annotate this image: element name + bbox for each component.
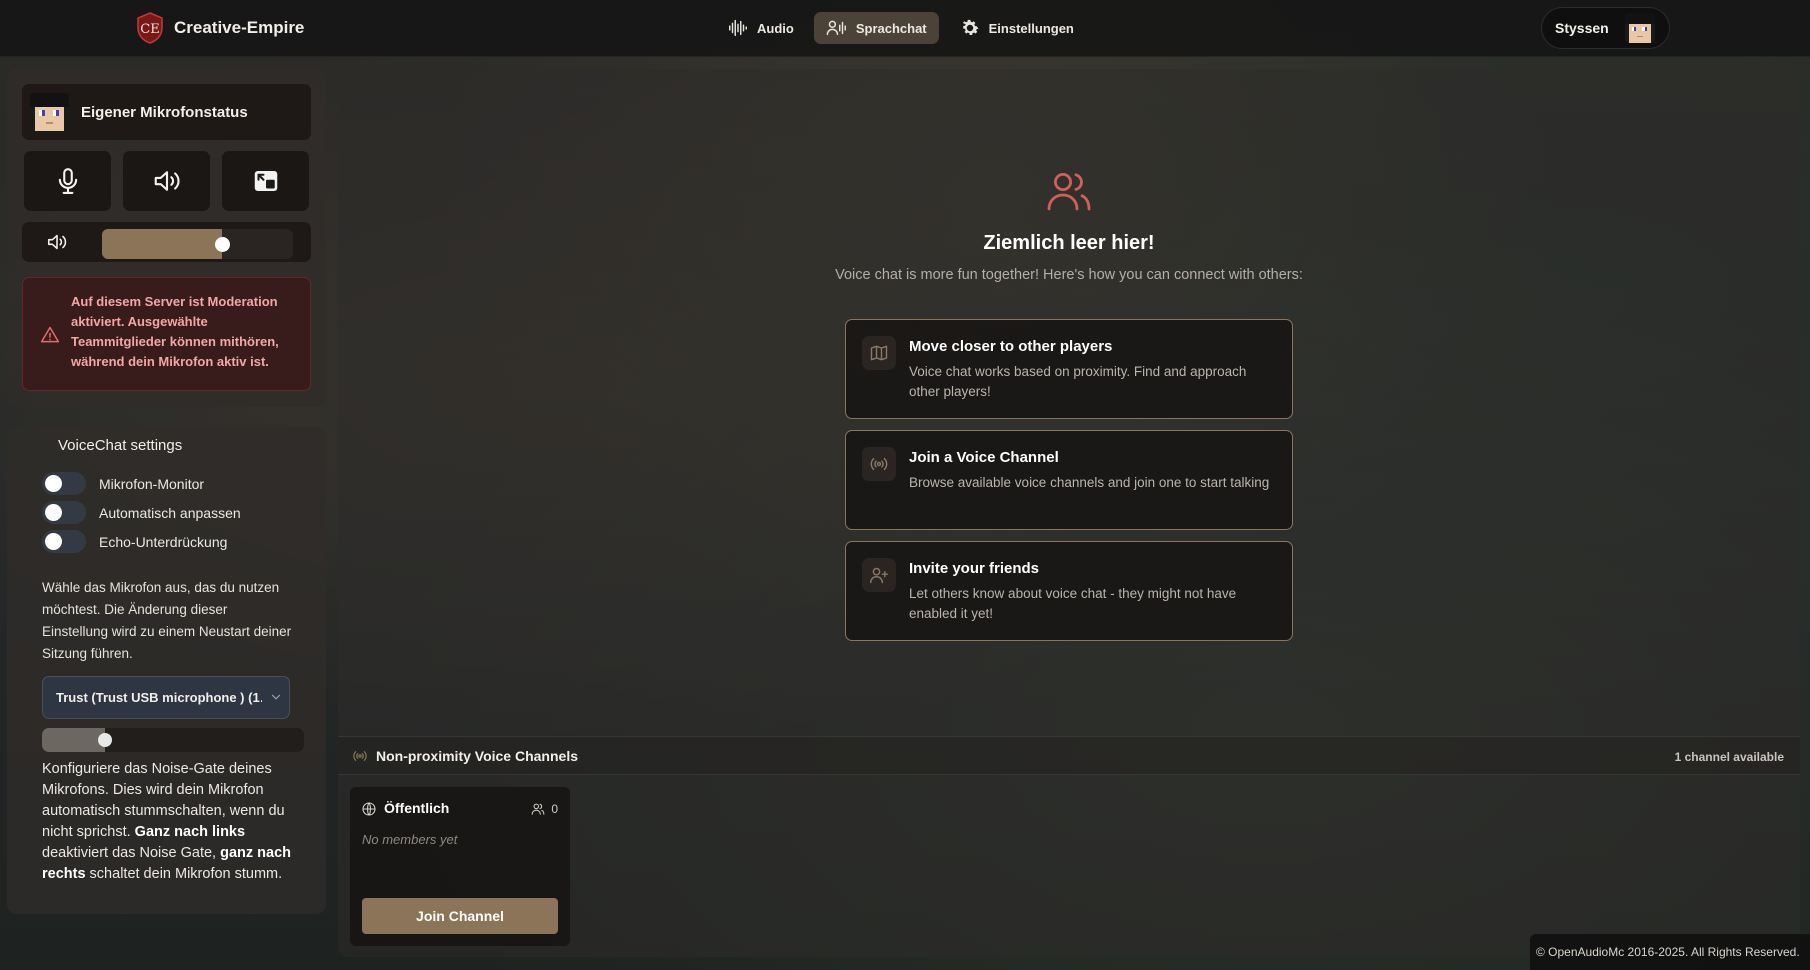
- user-menu[interactable]: Styssen: [1541, 7, 1670, 49]
- channel-member-count: 0: [531, 802, 558, 816]
- users-icon: [1047, 173, 1091, 211]
- nav-sprachchat[interactable]: Sprachchat: [813, 12, 939, 44]
- nav-audio[interactable]: Audio: [715, 12, 806, 44]
- globe-icon: [362, 802, 376, 816]
- tip-move-closer: Move closer to other players Voice chat …: [845, 319, 1293, 419]
- tip-desc: Voice chat works based on proximity. Fin…: [909, 364, 1247, 399]
- join-channel-button[interactable]: Join Channel: [362, 898, 558, 934]
- volume-slider[interactable]: [102, 229, 293, 259]
- mute-mic-button[interactable]: [24, 151, 111, 211]
- main-panel: Ziemlich leer hier! Voice chat is more f…: [338, 69, 1800, 957]
- volume-slider-fill: [102, 229, 223, 259]
- brand[interactable]: CE Creative-Empire: [136, 12, 304, 44]
- moderation-text: Auf diesem Server ist Moderation aktivie…: [71, 294, 279, 369]
- speaker-button[interactable]: [123, 151, 210, 211]
- mic-controls: [24, 151, 309, 211]
- volume-icon: [47, 234, 67, 250]
- footer-copyright: © OpenAudioMc 2016-2025. All Rights Rese…: [1530, 934, 1810, 970]
- noise-gate-slider-thumb[interactable]: [97, 733, 112, 747]
- channel-card: Öffentlich 0 No members yet Join Channel: [350, 787, 570, 946]
- users-icon: [531, 803, 545, 815]
- popout-button[interactable]: [222, 151, 309, 211]
- channels-title: Non-proximity Voice Channels: [376, 748, 578, 764]
- toggle-row-auto-adjust: Automatisch anpassen: [42, 501, 241, 524]
- gear-icon: [962, 19, 979, 35]
- tip-join-channel: Join a Voice Channel Browse available vo…: [845, 430, 1293, 530]
- toggle-row-mic-monitor: Mikrofon-Monitor: [42, 472, 204, 495]
- mic-status-title: Eigener Mikrofonstatus: [81, 103, 248, 121]
- auto-adjust-toggle[interactable]: [42, 501, 86, 524]
- channel-name: Öffentlich: [384, 800, 450, 816]
- warning-icon: [40, 326, 60, 343]
- noise-gate-slider[interactable]: [42, 728, 304, 752]
- nav-sprachchat-label: Sprachchat: [855, 20, 927, 36]
- broadcast-icon: [353, 751, 367, 761]
- voice-chat-icon: [826, 20, 846, 36]
- volume-slider-thumb[interactable]: [215, 237, 231, 252]
- user-plus-icon: [869, 567, 889, 584]
- volume-row: [22, 222, 311, 262]
- toggle-row-echo-cancel: Echo-Unterdrückung: [42, 530, 227, 553]
- tip-desc: Let others know about voice chat - they …: [909, 586, 1237, 621]
- audio-wave-icon: [729, 19, 747, 37]
- tip-desc: Browse available voice channels and join…: [909, 475, 1270, 490]
- mic-status-panel: Eigener Mikrofonstatus Auf diesem Server…: [7, 69, 326, 407]
- user-name: Styssen: [1555, 20, 1609, 36]
- brand-name: Creative-Empire: [174, 18, 305, 37]
- tip-title: Move closer to other players: [909, 338, 1113, 355]
- speaker-icon: [154, 171, 179, 191]
- voicechat-settings-panel: VoiceChat settings Mikrofon-Monitor Auto…: [7, 427, 326, 914]
- broadcast-icon: [870, 457, 888, 471]
- mic-select-help: Wähle das Mikrofon aus, das du nutzen mö…: [42, 580, 292, 661]
- mic-select[interactable]: Trust (Trust USB microphone ) (1…: [42, 676, 290, 719]
- nav-einstellungen-label: Einstellungen: [988, 20, 1074, 36]
- mic-monitor-toggle[interactable]: [42, 472, 86, 495]
- main-nav: Audio Sprachchat Einstellungen: [715, 12, 1086, 44]
- empty-subtitle: Voice chat is more fun together! Here's …: [835, 267, 1303, 283]
- chevron-down-icon: [271, 694, 281, 700]
- brand-logo-icon: CE: [137, 12, 163, 44]
- mic-status-header: Eigener Mikrofonstatus: [22, 84, 311, 140]
- noise-gate-help: Konfiguriere das Noise-Gate deines Mikro…: [42, 761, 292, 882]
- channel-empty-text: No members yet: [362, 832, 458, 847]
- avatar: [30, 92, 69, 132]
- echo-cancel-label: Echo-Unterdrückung: [99, 533, 228, 550]
- microphone-icon: [58, 168, 77, 194]
- map-icon: [870, 345, 888, 361]
- channels-header: Non-proximity Voice Channels 1 channel a…: [338, 736, 1800, 775]
- mic-monitor-label: Mikrofon-Monitor: [99, 475, 205, 492]
- avatar: [1625, 13, 1655, 43]
- channel-member-count-value: 0: [551, 802, 558, 816]
- svg-text:CE: CE: [140, 22, 159, 37]
- picture-in-picture-icon: [254, 171, 277, 191]
- noise-gate-slider-fill: [42, 728, 105, 752]
- empty-title: Ziemlich leer hier!: [983, 232, 1155, 254]
- voicechat-settings-title: VoiceChat settings: [58, 437, 183, 454]
- channels-count: 1 channel available: [1674, 750, 1784, 764]
- moderation-notice: Auf diesem Server ist Moderation aktivie…: [22, 277, 311, 391]
- top-bar: CE Creative-Empire Audio Sprachchat Eins…: [0, 0, 1810, 57]
- auto-adjust-label: Automatisch anpassen: [99, 504, 241, 521]
- tip-title: Invite your friends: [909, 560, 1040, 577]
- nav-audio-label: Audio: [757, 20, 794, 36]
- tip-title: Join a Voice Channel: [909, 449, 1059, 466]
- mic-select-value: Trust (Trust USB microphone ) (1…: [56, 690, 262, 705]
- nav-einstellungen[interactable]: Einstellungen: [947, 12, 1086, 44]
- tip-invite-friends: Invite your friends Let others know abou…: [845, 541, 1293, 641]
- echo-cancel-toggle[interactable]: [42, 530, 86, 553]
